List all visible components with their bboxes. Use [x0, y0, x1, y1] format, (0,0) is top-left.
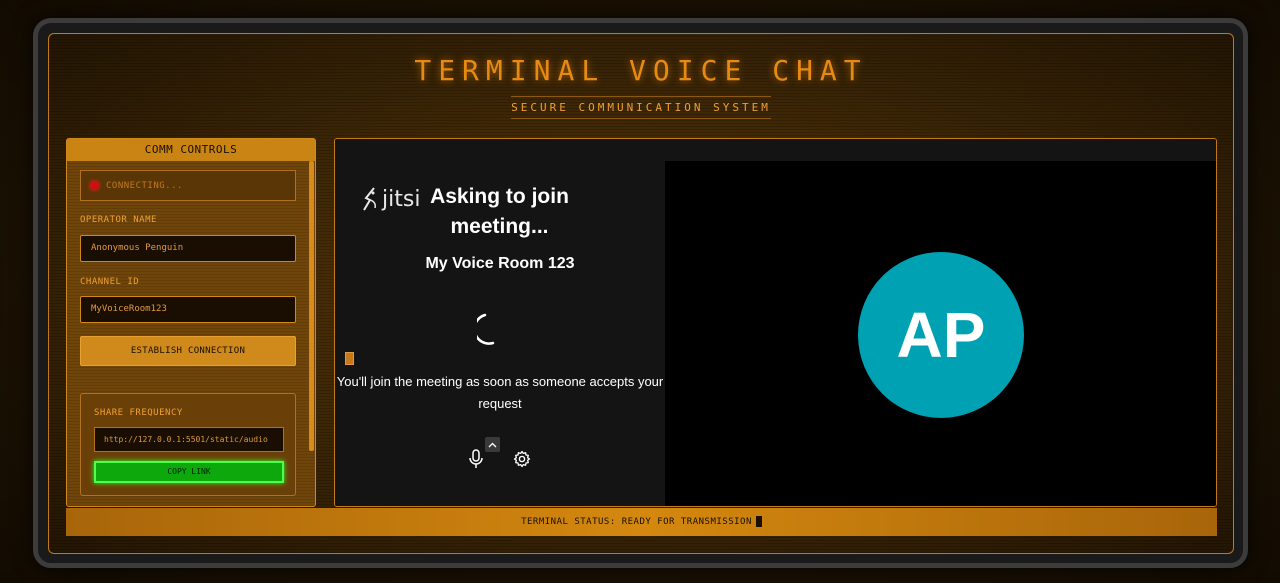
avatar: AP [858, 252, 1024, 418]
video-panel: jitsi Asking to join meeting... My Voice… [334, 138, 1217, 507]
share-link-input[interactable]: http://127.0.0.1:5501/static/audio [94, 427, 284, 452]
share-frequency-box: SHARE FREQUENCY http://127.0.0.1:5501/st… [80, 393, 296, 496]
resize-handle[interactable] [345, 352, 354, 365]
comm-controls-heading: COMM CONTROLS [67, 139, 315, 161]
cursor-block [755, 516, 762, 527]
controls-scrollbar[interactable] [309, 161, 314, 451]
channel-id-label: CHANNEL ID [80, 277, 140, 287]
spinner-icon [473, 313, 501, 351]
terminal-status-bar: TERMINAL STATUS: READY FOR TRANSMISSION [66, 508, 1217, 536]
connection-status-text: CONNECTING... [106, 180, 183, 191]
jitsi-logo: jitsi [360, 186, 420, 212]
comm-controls-panel: COMM CONTROLS CONNECTING... OPERATOR NAM… [66, 138, 316, 507]
microphone-icon[interactable] [468, 449, 484, 473]
prejoin-screen: jitsi Asking to join meeting... My Voice… [335, 161, 665, 506]
join-status-title: Asking to join meeting... [430, 185, 569, 238]
jitsi-logo-icon [363, 187, 376, 211]
terminal-screen: TERMINAL VOICE CHAT SECURE COMMUNICATION… [48, 33, 1234, 554]
chevron-up-icon [488, 442, 497, 447]
establish-connection-button[interactable]: ESTABLISH CONNECTION [80, 336, 296, 366]
participant-video-area: AP [665, 161, 1216, 506]
subtitle-wrap: SECURE COMMUNICATION SYSTEM [49, 96, 1233, 119]
terminal-status-text: TERMINAL STATUS: READY FOR TRANSMISSION [521, 517, 752, 527]
share-frequency-label: SHARE FREQUENCY [94, 408, 183, 418]
video-topbar [335, 139, 1216, 161]
channel-id-input[interactable]: MyVoiceRoom123 [80, 296, 296, 323]
page-title: TERMINAL VOICE CHAT [414, 54, 868, 87]
gear-icon[interactable] [513, 450, 531, 472]
join-message: You'll join the meeting as soon as someo… [336, 374, 664, 411]
operator-name-input[interactable]: Anonymous Penguin [80, 235, 296, 262]
connection-status: CONNECTING... [80, 170, 296, 201]
status-dot-icon [90, 181, 99, 190]
room-name: My Voice Room 123 [425, 255, 575, 272]
copy-link-button[interactable]: COPY LINK [94, 461, 284, 483]
audio-options-button[interactable] [485, 437, 500, 452]
operator-name-label: OPERATOR NAME [80, 215, 157, 225]
page-subtitle: SECURE COMMUNICATION SYSTEM [511, 96, 771, 119]
jitsi-logo-text: jitsi [382, 186, 421, 212]
